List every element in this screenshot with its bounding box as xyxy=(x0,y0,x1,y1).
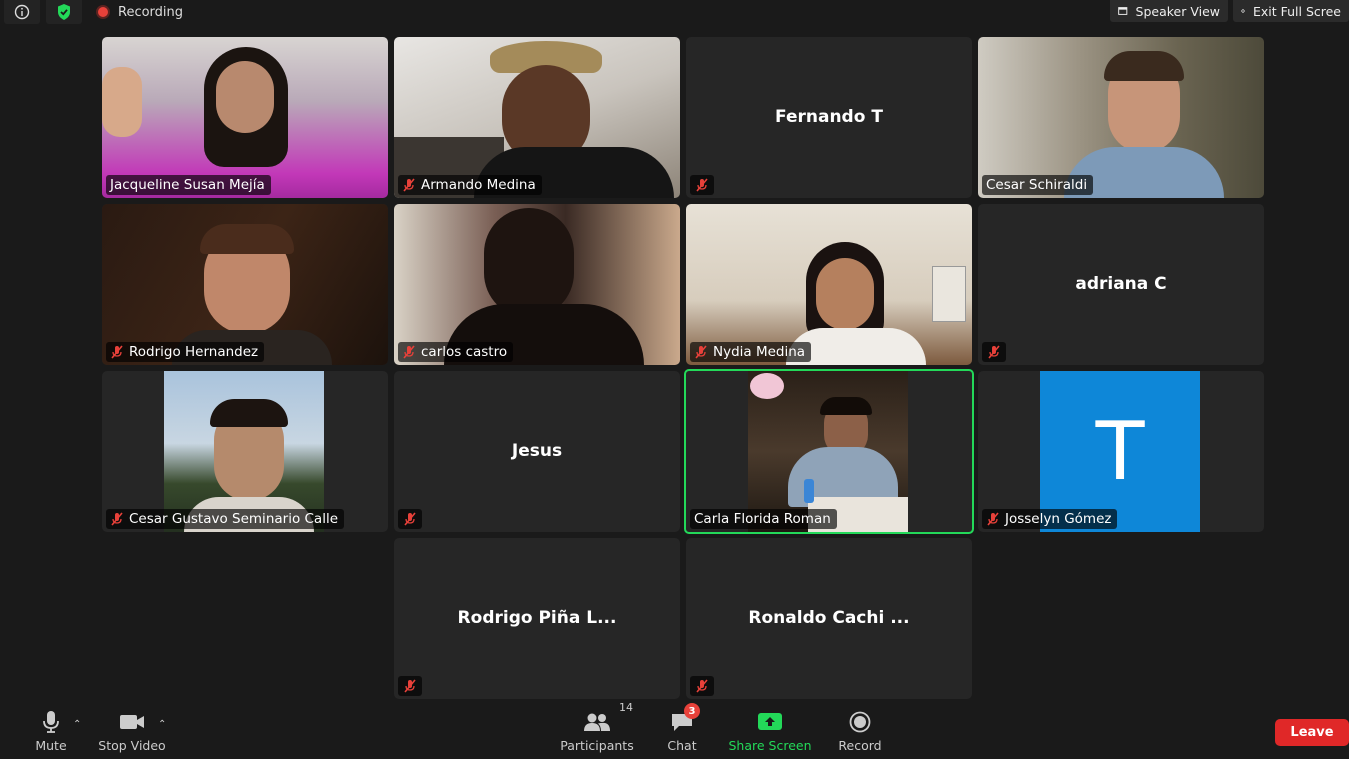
share-screen-label: Share Screen xyxy=(728,738,812,753)
recording-dot-icon xyxy=(96,5,110,19)
speaker-view-button[interactable]: Speaker View xyxy=(1110,0,1228,22)
participant-name-label: Carla Florida Roman xyxy=(690,509,837,529)
participants-icon: 14 xyxy=(583,701,633,735)
exit-fullscreen-button[interactable]: Exit Full Scree xyxy=(1233,0,1349,22)
exit-fullscreen-icon xyxy=(1241,9,1245,13)
participant-tile[interactable]: Rodrigo Hernandez xyxy=(102,204,388,365)
muted-indicator xyxy=(690,175,714,195)
info-icon[interactable] xyxy=(4,0,40,24)
participants-count: 14 xyxy=(619,701,633,714)
muted-indicator xyxy=(982,342,1006,362)
participant-tile[interactable]: Cesar Schiraldi xyxy=(978,37,1264,198)
muted-indicator xyxy=(398,676,422,696)
record-button[interactable]: Record xyxy=(836,707,884,759)
stop-video-button[interactable]: Stop Video xyxy=(98,707,166,759)
participant-name: Cesar Schiraldi xyxy=(986,177,1088,193)
participant-display-name: Jesus xyxy=(511,441,563,461)
participant-video xyxy=(394,204,680,365)
participant-name: Nydia Medina xyxy=(713,344,806,360)
participants-label: Participants xyxy=(560,738,634,753)
chat-button[interactable]: 3 Chat xyxy=(664,703,700,759)
participant-tile[interactable]: Armando Medina xyxy=(394,37,680,198)
recording-label: Recording xyxy=(118,4,184,20)
muted-microphone-icon xyxy=(111,345,123,359)
participants-button[interactable]: 14 Participants xyxy=(560,701,634,759)
stop-video-label: Stop Video xyxy=(98,738,166,753)
record-icon xyxy=(849,709,871,735)
top-bar: Recording Speaker View Exit Full Scree xyxy=(0,0,1349,24)
participant-name-label: Josselyn Gómez xyxy=(982,509,1118,529)
record-label: Record xyxy=(838,738,882,753)
exit-fullscreen-label: Exit Full Scree xyxy=(1252,3,1341,19)
muted-microphone-icon xyxy=(403,345,415,359)
participant-name: Armando Medina xyxy=(421,177,536,193)
muted-microphone-icon xyxy=(988,345,1000,359)
participant-tile[interactable]: Nydia Medina xyxy=(686,204,972,365)
participant-video xyxy=(978,37,1264,198)
participant-avatar: T xyxy=(1040,371,1200,532)
leave-button[interactable]: Leave xyxy=(1275,719,1349,746)
participant-display-name: Ronaldo Cachi ... xyxy=(748,608,910,628)
participant-tile[interactable]: adriana C xyxy=(978,204,1264,365)
muted-indicator xyxy=(398,509,422,529)
chat-bubble-icon: 3 xyxy=(670,703,700,735)
participant-name-label: Cesar Schiraldi xyxy=(982,175,1094,195)
share-screen-button[interactable]: Share Screen xyxy=(728,707,812,759)
speaker-view-label: Speaker View xyxy=(1135,3,1220,19)
participant-tile[interactable]: carlos castro xyxy=(394,204,680,365)
participant-tile[interactable]: Cesar Gustavo Seminario Calle xyxy=(102,371,388,532)
participant-tile[interactable]: Jacqueline Susan Mejía xyxy=(102,37,388,198)
chat-label: Chat xyxy=(667,738,697,753)
participant-video xyxy=(102,37,388,198)
muted-microphone-icon xyxy=(403,178,415,192)
video-options-chevron-icon[interactable]: ⌃ xyxy=(158,719,166,730)
participant-name-label: carlos castro xyxy=(398,342,514,362)
participant-display-name: adriana C xyxy=(1075,274,1167,294)
microphone-icon xyxy=(42,709,60,735)
participant-video xyxy=(748,371,908,532)
muted-microphone-icon xyxy=(987,512,999,526)
participant-tile[interactable]: Ronaldo Cachi ... xyxy=(686,538,972,699)
participant-name: Josselyn Gómez xyxy=(1005,511,1112,527)
participant-name-label: Rodrigo Hernandez xyxy=(106,342,265,362)
participant-name: carlos castro xyxy=(421,344,508,360)
speaker-view-icon xyxy=(1118,7,1128,15)
participant-name: Rodrigo Hernandez xyxy=(129,344,259,360)
muted-microphone-icon xyxy=(695,345,707,359)
muted-microphone-icon xyxy=(696,679,708,693)
participant-name: Jacqueline Susan Mejía xyxy=(110,177,265,193)
participant-video xyxy=(102,204,388,365)
participant-video xyxy=(394,37,680,198)
participant-name-label: Armando Medina xyxy=(398,175,542,195)
participant-tile[interactable]: Fernando T xyxy=(686,37,972,198)
muted-microphone-icon xyxy=(404,512,416,526)
chat-unread-badge: 3 xyxy=(684,703,700,719)
participant-tile[interactable]: Rodrigo Piña L... xyxy=(394,538,680,699)
participant-display-name: Fernando T xyxy=(775,107,883,127)
muted-indicator xyxy=(690,676,714,696)
share-screen-icon xyxy=(757,709,783,735)
participant-video xyxy=(686,204,972,365)
participant-video xyxy=(164,371,324,532)
participant-name-label: Jacqueline Susan Mejía xyxy=(106,175,271,195)
meeting-toolbar: Mute ⌃ Stop Video ⌃ 14 Participants 3 Ch… xyxy=(0,701,1349,759)
muted-microphone-icon xyxy=(404,679,416,693)
active-speaker-tile[interactable]: Carla Florida Roman xyxy=(684,369,974,534)
participant-tile[interactable]: Jesus xyxy=(394,371,680,532)
mute-label: Mute xyxy=(35,738,67,753)
video-camera-icon xyxy=(119,709,145,735)
mute-button[interactable]: Mute xyxy=(30,707,72,759)
participant-name: Carla Florida Roman xyxy=(694,511,831,527)
participant-name-label: Cesar Gustavo Seminario Calle xyxy=(106,509,344,529)
participant-name-label: Nydia Medina xyxy=(690,342,812,362)
encryption-shield-icon[interactable] xyxy=(46,0,82,24)
participant-tile[interactable]: T Josselyn Gómez xyxy=(978,371,1264,532)
participant-name: Cesar Gustavo Seminario Calle xyxy=(129,511,338,527)
avatar-letter: T xyxy=(1095,405,1145,498)
audio-options-chevron-icon[interactable]: ⌃ xyxy=(73,719,81,730)
recording-indicator: Recording xyxy=(96,0,183,24)
muted-microphone-icon xyxy=(111,512,123,526)
participant-display-name: Rodrigo Piña L... xyxy=(457,608,617,628)
muted-microphone-icon xyxy=(696,178,708,192)
